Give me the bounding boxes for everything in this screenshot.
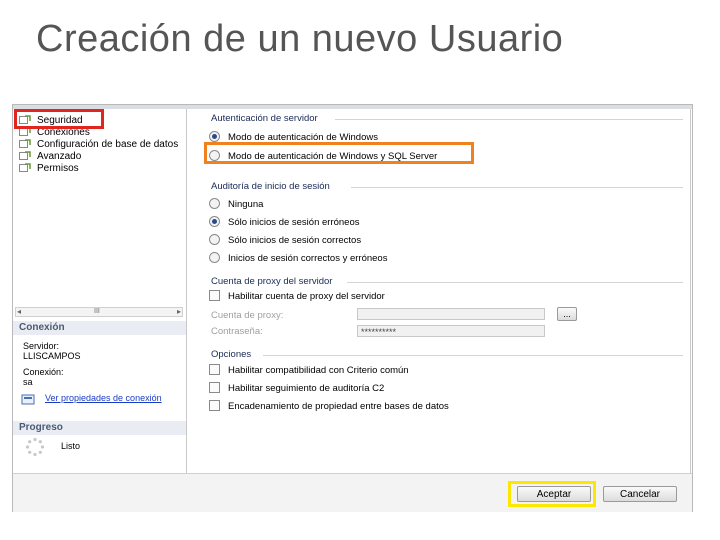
checkbox-icon <box>209 289 220 301</box>
proxy-password-input[interactable]: ********** <box>357 325 545 337</box>
progress-section-header: Progreso <box>13 421 186 435</box>
cancel-button[interactable]: Cancelar <box>603 486 677 502</box>
option-label: Modo de autenticación de Windows <box>228 132 378 143</box>
sidebar-item-conexiones[interactable]: Conexiones <box>19 127 90 139</box>
page-icon <box>19 163 31 173</box>
radio-selected-icon <box>209 130 220 142</box>
option-label: Inicios de sesión correctos y erróneos <box>228 253 388 264</box>
option-label: Encadenamiento de propiedad entre bases … <box>228 401 449 412</box>
checkbox-enable-proxy[interactable]: Habilitar cuenta de proxy del servidor <box>209 289 385 304</box>
sidebar-item-label: Seguridad <box>37 115 83 126</box>
page-icon <box>19 151 31 161</box>
sidebar-item-permisos[interactable]: Permisos <box>19 163 79 175</box>
server-auth-group-label: Autenticación de servidor <box>211 113 318 124</box>
radio-audit-success[interactable]: Sólo inicios de sesión correctos <box>209 233 362 248</box>
server-value: LLISCAMPOS <box>23 351 81 361</box>
option-label: Sólo inicios de sesión correctos <box>228 235 362 246</box>
option-label: Modo de autenticación de Windows y SQL S… <box>228 151 438 162</box>
page-icon <box>19 115 31 125</box>
sidebar-item-label: Avanzado <box>37 151 82 162</box>
option-label: Habilitar compatibilidad con Criterio co… <box>228 365 409 376</box>
progress-status: Listo <box>61 441 81 451</box>
settings-pane: Autenticación de servidor Modo de autent… <box>187 109 691 481</box>
scroll-grip[interactable]: III <box>94 308 100 316</box>
ok-button[interactable]: Aceptar <box>517 486 591 502</box>
radio-selected-icon <box>209 215 220 227</box>
group-divider <box>347 282 683 283</box>
scroll-left-icon[interactable]: ◂ <box>17 308 21 316</box>
radio-icon <box>209 149 220 161</box>
scroll-right-icon[interactable]: ▸ <box>177 308 181 316</box>
sidebar-item-label: Conexiones <box>37 127 90 138</box>
option-label: Sólo inicios de sesión erróneos <box>228 217 360 228</box>
browse-proxy-button[interactable]: ... <box>557 307 577 321</box>
group-divider <box>263 355 683 356</box>
checkbox-common-criteria[interactable]: Habilitar compatibilidad con Criterio co… <box>209 363 409 378</box>
page-icon <box>19 139 31 149</box>
connection-value: sa <box>23 377 33 387</box>
proxy-account-label: Cuenta de proxy: <box>211 310 284 321</box>
connection-properties-icon <box>21 393 35 411</box>
option-label: Habilitar cuenta de proxy del servidor <box>228 291 385 302</box>
sidebar-item-configuracion-bd[interactable]: Configuración de base de datos <box>19 139 178 151</box>
page-icon <box>19 127 31 137</box>
proxy-account-input[interactable] <box>357 308 545 320</box>
checkbox-icon <box>209 399 220 411</box>
server-properties-dialog: Seguridad Conexiones Configuración de ba… <box>12 104 693 512</box>
view-connection-properties-link[interactable]: Ver propiedades de conexión <box>45 393 165 404</box>
sidebar-horizontal-scrollbar[interactable]: ◂ III ▸ <box>15 307 183 317</box>
radio-windows-auth[interactable]: Modo de autenticación de Windows <box>209 130 378 145</box>
progress-spinner-icon <box>25 437 45 462</box>
checkbox-icon <box>209 363 220 375</box>
sidebar-item-seguridad[interactable]: Seguridad <box>19 115 83 127</box>
group-divider <box>351 187 683 188</box>
password-label: Contraseña: <box>211 326 263 337</box>
sidebar-item-avanzado[interactable]: Avanzado <box>19 151 81 163</box>
slide-title: Creación de un nuevo Usuario <box>36 18 564 60</box>
option-label: Ninguna <box>228 199 264 210</box>
checkbox-icon <box>209 381 220 393</box>
proxy-group-label: Cuenta de proxy del servidor <box>211 276 333 287</box>
radio-mixed-auth[interactable]: Modo de autenticación de Windows y SQL S… <box>209 149 438 164</box>
radio-icon <box>209 233 220 245</box>
login-audit-group-label: Auditoría de inicio de sesión <box>211 181 330 192</box>
radio-audit-both[interactable]: Inicios de sesión correctos y erróneos <box>209 251 388 266</box>
radio-audit-failed[interactable]: Sólo inicios de sesión erróneos <box>209 215 360 230</box>
radio-audit-none[interactable]: Ninguna <box>209 197 264 212</box>
sidebar-item-label: Configuración de base de datos <box>37 139 179 150</box>
dialog-button-bar: Aceptar Cancelar <box>13 473 692 512</box>
option-label: Habilitar seguimiento de auditoría C2 <box>228 383 385 394</box>
radio-icon <box>209 251 220 263</box>
left-pane: Seguridad Conexiones Configuración de ba… <box>13 109 187 489</box>
options-group-label: Opciones <box>211 349 252 360</box>
checkbox-ownership-chaining[interactable]: Encadenamiento de propiedad entre bases … <box>209 399 449 414</box>
checkbox-c2-audit[interactable]: Habilitar seguimiento de auditoría C2 <box>209 381 385 396</box>
radio-icon <box>209 197 220 209</box>
connection-section-header: Conexión <box>13 321 186 335</box>
group-divider <box>335 119 683 120</box>
sidebar-item-label: Permisos <box>37 163 79 174</box>
